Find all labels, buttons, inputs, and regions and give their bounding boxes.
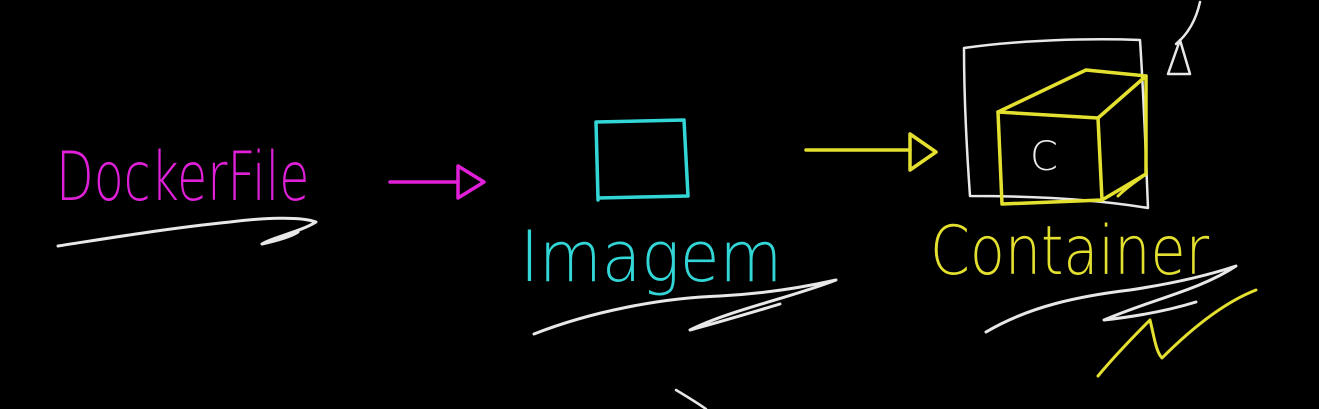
container-frame — [962, 38, 1150, 210]
imagem-label: Imagem — [520, 216, 783, 298]
container-underline-yellow — [1096, 288, 1258, 378]
arrow-imagem-to-container — [804, 132, 938, 172]
triangle-mark — [1166, 38, 1192, 76]
arrow-dockerfile-to-imagem — [388, 164, 486, 200]
container-label: Container — [930, 212, 1210, 291]
stray-stroke — [1174, 0, 1202, 46]
stray-stroke-bottom — [674, 388, 708, 409]
image-square — [594, 118, 690, 202]
container-box-letter: C — [1030, 134, 1058, 180]
dockerfile-underline — [56, 216, 318, 248]
container-cube — [996, 68, 1148, 206]
dockerfile-label: DockerFile — [56, 138, 310, 217]
